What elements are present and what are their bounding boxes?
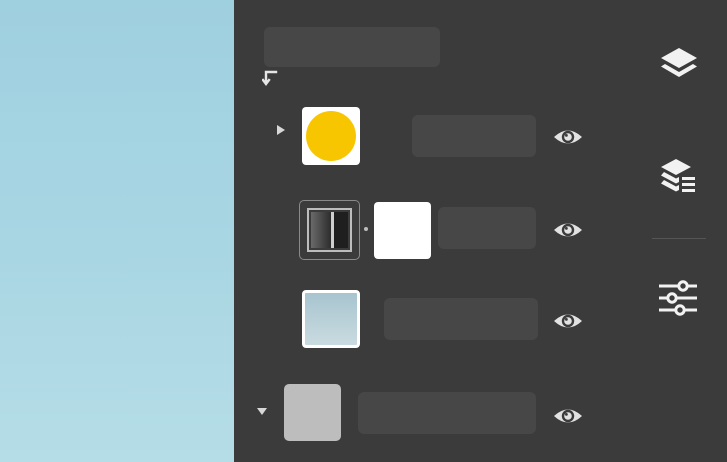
collapse-arrow-icon[interactable] <box>256 405 268 417</box>
group-thumbnail[interactable] <box>284 384 341 441</box>
expand-arrow-icon[interactable] <box>275 124 287 136</box>
canvas-preview[interactable] <box>0 0 234 462</box>
eye-icon[interactable] <box>552 126 584 148</box>
eye-icon[interactable] <box>552 405 584 427</box>
layer-name-field[interactable] <box>384 298 538 340</box>
layer-thumbnail-gradient[interactable] <box>302 290 360 348</box>
mask-thumbnail[interactable] <box>374 202 431 259</box>
layer-thumbnail-circle[interactable] <box>302 107 360 165</box>
toolbar-divider <box>652 238 706 239</box>
layer-name-field[interactable] <box>412 115 536 157</box>
layer-properties-icon[interactable] <box>655 156 699 200</box>
gradient-adjustment-icon <box>307 208 352 252</box>
link-dot <box>364 227 368 231</box>
clip-return-icon <box>262 70 278 86</box>
layer-name-field[interactable] <box>358 392 536 434</box>
eye-icon[interactable] <box>552 219 584 241</box>
eye-icon[interactable] <box>552 310 584 332</box>
yellow-circle-icon <box>306 111 356 161</box>
layer-name-field[interactable] <box>438 207 536 249</box>
layer-name-field[interactable] <box>264 27 440 67</box>
layers-icon[interactable] <box>657 42 701 86</box>
adjustment-layer-thumbnail[interactable] <box>299 200 360 260</box>
adjustments-sliders-icon[interactable] <box>656 278 700 322</box>
